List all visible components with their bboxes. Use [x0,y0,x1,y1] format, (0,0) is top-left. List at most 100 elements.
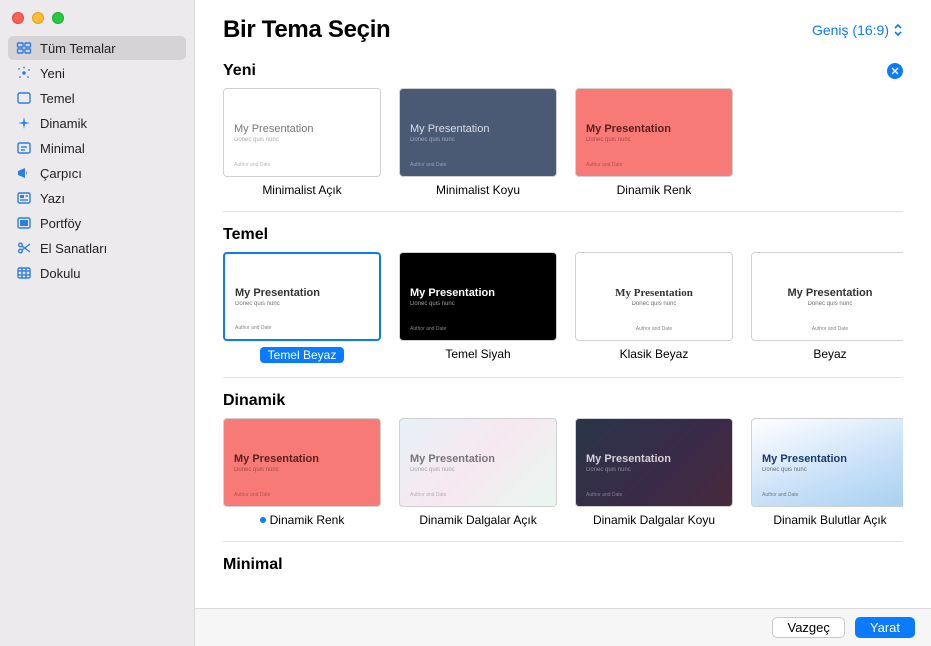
theme-thumbnail: My Presentation Donec quis nunc Author a… [223,418,381,507]
zoom-window-button[interactable] [52,12,64,24]
theme-dinamik-renk[interactable]: My Presentation Donec quis nunc Author a… [575,88,733,197]
theme-minimalist-koyu[interactable]: My Presentation Donec quis nunc Author a… [399,88,557,197]
grid-icon [16,40,32,56]
close-window-button[interactable] [12,12,24,24]
sidebar-item-dokulu[interactable]: Dokulu [8,261,186,285]
theme-label: Temel Siyah [445,347,510,361]
sidebar-item-label: Portföy [40,216,81,231]
theme-scroll-area[interactable]: Yeni My Presentation Donec quis nunc Aut… [195,52,931,608]
theme-row: My Presentation Donec quis nunc Author a… [223,88,903,197]
section-title: Minimal [223,556,283,574]
thumb-title: My Presentation [586,123,722,135]
sidebar-item-label: Yeni [40,66,65,81]
aspect-ratio-dropdown[interactable]: Geniş (16:9) [812,22,903,38]
sidebar-item-temel[interactable]: Temel [8,86,186,110]
text-icon [16,140,32,156]
close-icon [891,67,899,75]
sidebar-item-label: Çarpıcı [40,166,82,181]
minimize-window-button[interactable] [32,12,44,24]
square-icon [16,90,32,106]
thumb-author: Author and Date [410,326,446,332]
megaphone-icon [16,165,32,181]
theme-thumbnail: My Presentation Donec quis nunc Author a… [223,252,381,341]
thumb-author: Author and Date [410,162,446,168]
theme-thumbnail: My Presentation Donec quis nunc Author a… [399,252,557,341]
editorial-icon [16,190,32,206]
thumb-subtitle: Donec quis nunc [762,301,898,307]
cancel-button[interactable]: Vazgeç [772,617,844,638]
theme-thumbnail: My Presentation Donec quis nunc Author a… [399,418,557,507]
thumb-author: Author and Date [586,492,622,498]
sidebar: Tüm Temalar Yeni Temel Dinamik Minimal Çarpıc… [0,0,195,646]
theme-dinamik-dalgalar-koyu[interactable]: My Presentation Donec quis nunc Author a… [575,418,733,527]
sidebar-item-label: Temel [40,91,75,106]
theme-thumbnail: My Presentation Donec quis nunc Author a… [575,88,733,177]
sidebar-item-label: Tüm Temalar [40,41,116,56]
create-button[interactable]: Yarat [855,617,915,638]
theme-dinamik-dalgalar-açık[interactable]: My Presentation Donec quis nunc Author a… [399,418,557,527]
theme-label: Dinamik Dalgalar Koyu [593,513,715,527]
theme-thumbnail: My Presentation Donec quis nunc Author a… [399,88,557,177]
thumb-subtitle: Donec quis nunc [410,467,546,473]
thumb-author: Author and Date [576,326,732,332]
theme-temel-siyah[interactable]: My Presentation Donec quis nunc Author a… [399,252,557,363]
thumb-title: My Presentation [586,453,722,465]
theme-minimalist-açık[interactable]: My Presentation Donec quis nunc Author a… [223,88,381,197]
thumb-subtitle: Donec quis nunc [762,467,898,473]
sidebar-item-tüm-temalar[interactable]: Tüm Temalar [8,36,186,60]
theme-dinamik-bulutlar-açık[interactable]: My Presentation Donec quis nunc Author a… [751,418,903,527]
divider [223,211,903,212]
thumb-subtitle: Donec quis nunc [586,467,722,473]
section-dinamik: Dinamik My Presentation Donec quis nunc … [223,392,903,542]
page-title: Bir Tema Seçin [223,16,390,44]
thumb-subtitle: Donec quis nunc [410,301,546,307]
divider [223,541,903,542]
thumb-title: My Presentation [234,123,370,135]
thumb-subtitle: Donec quis nunc [234,137,370,143]
sidebar-item-çarpıcı[interactable]: Çarpıcı [8,161,186,185]
sparkle4-icon [16,115,32,131]
theme-label: Minimalist Koyu [436,183,520,197]
sidebar-item-label: El Sanatları [40,241,107,256]
footer: Vazgeç Yarat [195,608,931,646]
theme-row: My Presentation Donec quis nunc Author a… [223,418,903,527]
sidebar-item-dinamik[interactable]: Dinamik [8,111,186,135]
theme-thumbnail: My Presentation Donec quis nunc Author a… [575,252,733,341]
sidebar-item-label: Dokulu [40,266,80,281]
thumb-author: Author and Date [410,492,446,498]
theme-label: Beyaz [813,347,846,361]
sidebar-item-label: Yazı [40,191,65,206]
theme-thumbnail: My Presentation Donec quis nunc Author a… [223,88,381,177]
sidebar-item-minimal[interactable]: Minimal [8,136,186,160]
sidebar-item-yeni[interactable]: Yeni [8,61,186,85]
thumb-subtitle: Donec quis nunc [410,137,546,143]
dismiss-section-button[interactable] [887,63,903,79]
theme-label: Dinamik Bulutlar Açık [773,513,886,527]
theme-label: Dinamik Dalgalar Açık [419,513,536,527]
thumb-subtitle: Donec quis nunc [234,467,370,473]
theme-thumbnail: My Presentation Donec quis nunc Author a… [751,418,903,507]
thumb-author: Author and Date [234,492,270,498]
theme-klasik-beyaz[interactable]: My Presentation Donec quis nunc Author a… [575,252,733,363]
theme-dinamik-renk[interactable]: My Presentation Donec quis nunc Author a… [223,418,381,527]
texture-icon [16,265,32,281]
thumb-author: Author and Date [752,326,903,332]
sidebar-item-el-sanatları[interactable]: El Sanatları [8,236,186,260]
sidebar-item-portföy[interactable]: Portföy [8,211,186,235]
theme-label: Dinamik Renk [260,513,345,527]
sidebar-item-yazı[interactable]: Yazı [8,186,186,210]
new-marker-icon [260,517,266,523]
theme-beyaz[interactable]: My Presentation Donec quis nunc Author a… [751,252,903,363]
thumb-title: My Presentation [762,453,898,465]
window-controls [0,0,194,32]
theme-temel-beyaz[interactable]: My Presentation Donec quis nunc Author a… [223,252,381,363]
thumb-author: Author and Date [235,325,271,331]
thumb-title: My Presentation [235,287,369,299]
chevron-up-down-icon [893,23,903,37]
scissors-icon [16,240,32,256]
theme-thumbnail: My Presentation Donec quis nunc Author a… [751,252,903,341]
thumb-author: Author and Date [586,162,622,168]
sidebar-item-label: Minimal [40,141,85,156]
aspect-ratio-label: Geniş (16:9) [812,22,889,38]
theme-label: Temel Beyaz [260,347,345,363]
